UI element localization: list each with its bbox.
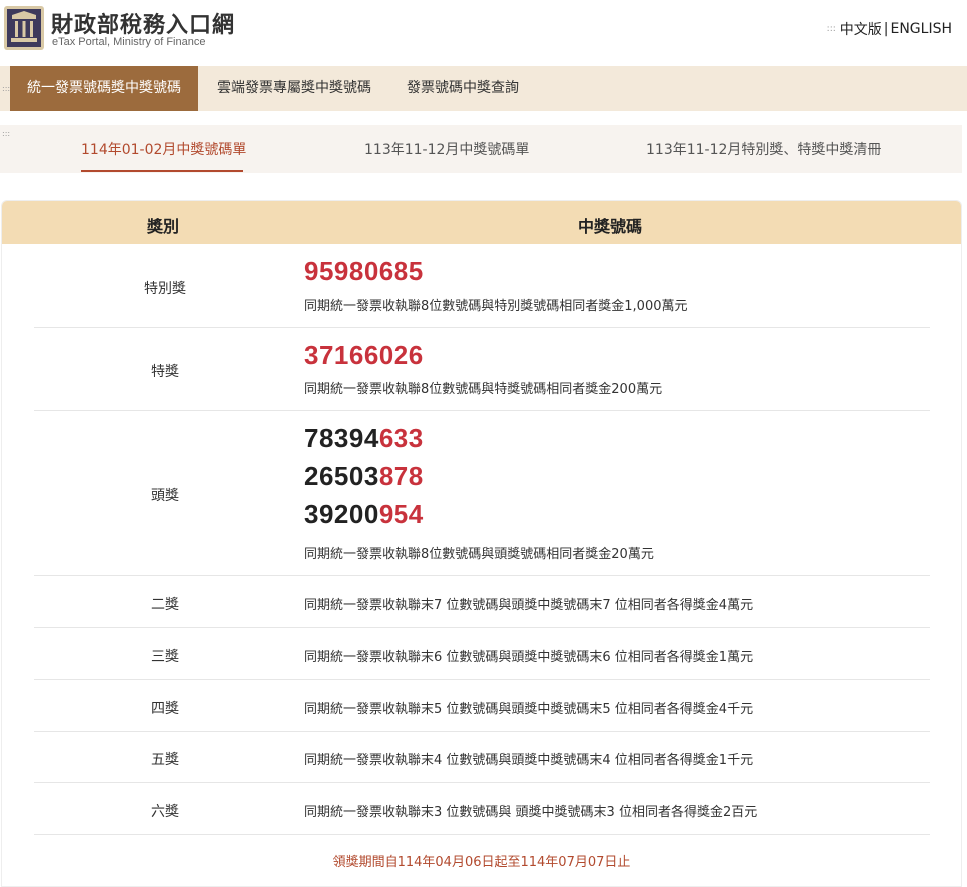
prize-name: 特別獎: [144, 281, 186, 297]
table-row: 特獎 37166026 同期統一發票收執聯8位數號碼與特獎號碼相同者獎金200萬…: [34, 328, 930, 411]
number-prefix: 78394: [304, 423, 379, 453]
prize-name: 六獎: [151, 804, 179, 820]
table-row: 頭獎 78394633 26503878 39200954 同期統一發票收執聯8…: [34, 411, 930, 576]
first-prize-number: 26503878: [304, 461, 424, 492]
table-row: 五獎 同期統一發票收執聯末4 位數號碼與頭獎中獎號碼末4 位相同者各得獎金1千元: [34, 732, 930, 783]
prize-name: 三獎: [151, 649, 179, 665]
header-prize: 獎別: [147, 217, 180, 236]
tab-period-114-01-02[interactable]: 114年01-02月中獎號碼單: [81, 139, 246, 159]
prize-name: 五獎: [151, 752, 179, 768]
table-row: 三獎 同期統一發票收執聯末6 位數號碼與頭獎中獎號碼末6 位相同者各得獎金1萬元: [34, 628, 930, 680]
number-prefix: 39200: [304, 499, 379, 529]
tab-invoice-winning-numbers[interactable]: 統一發票號碼獎中獎號碼: [10, 66, 198, 111]
tab-period-113-11-12[interactable]: 113年11-12月中獎號碼單: [364, 139, 529, 159]
prize-description: 同期統一發票收執聯8位數號碼與特獎號碼相同者獎金200萬元: [304, 382, 663, 397]
prize-description: 同期統一發票收執聯末5 位數號碼與頭獎中獎號碼末5 位相同者各得獎金4千元: [304, 702, 754, 717]
site-title[interactable]: 財政部稅務入口網: [51, 7, 235, 39]
number-suffix: 633: [378, 423, 424, 453]
lang-separator: |: [883, 21, 889, 37]
prize-description: 同期統一發票收執聯8位數號碼與特別獎號碼相同者獎金1,000萬元: [304, 299, 688, 314]
accesskey-marker: :::: [2, 129, 11, 138]
special-prize-number: 95980685: [304, 256, 424, 286]
lang-english-link[interactable]: ENGLISH: [890, 21, 952, 37]
prize-description: 同期統一發票收執聯末4 位數號碼與頭獎中獎號碼末4 位相同者各得獎金1千元: [304, 753, 754, 768]
lang-chinese-link[interactable]: 中文版: [840, 19, 882, 39]
number-suffix: 878: [378, 461, 424, 491]
grand-prize-number: 37166026: [304, 340, 424, 370]
number-prefix: 26503: [304, 461, 379, 491]
prize-description: 同期統一發票收執聯末3 位數號碼與 頭獎中獎號碼末3 位相同者各得獎金2百元: [304, 805, 758, 820]
table-row: 二獎 同期統一發票收執聯末7 位數號碼與頭獎中獎號碼末7 位相同者各得獎金4萬元: [34, 576, 930, 628]
table-row: 四獎 同期統一發票收執聯末5 位數號碼與頭獎中獎號碼末5 位相同者各得獎金4千元: [34, 680, 930, 732]
active-tab-underline: [81, 170, 243, 172]
prize-name: 二獎: [151, 597, 179, 613]
prize-description: 同期統一發票收執聯8位數號碼與頭獎號碼相同者獎金20萬元: [304, 547, 654, 562]
period-tabs: ::: 114年01-02月中獎號碼單 113年11-12月中獎號碼單 113年…: [0, 125, 962, 173]
winning-numbers-table: 獎別 中獎號碼 特別獎 95980685 同期統一發票收執聯8位數號碼與特別獎號…: [1, 200, 962, 887]
first-prize-number: 39200954: [304, 499, 424, 530]
table-row: 六獎 同期統一發票收執聯末3 位數號碼與 頭獎中獎號碼末3 位相同者各得獎金2百…: [34, 783, 930, 835]
site-subtitle: eTax Portal, Ministry of Finance: [52, 36, 206, 48]
prize-description: 同期統一發票收執聯末6 位數號碼與頭獎中獎號碼末6 位相同者各得獎金1萬元: [304, 650, 754, 665]
main-nav: ::: 統一發票號碼獎中獎號碼 雲端發票專屬獎中獎號碼 發票號碼中獎查詢: [0, 66, 967, 111]
language-switcher: ::: 中文版 | ENGLISH: [827, 19, 952, 39]
tab-invoice-lookup[interactable]: 發票號碼中獎查詢: [407, 66, 519, 111]
claim-period-note: 領獎期間自114年04月06日起至114年07月07日止: [332, 855, 631, 870]
accesskey-marker: :::: [2, 84, 11, 93]
table-header: 獎別 中獎號碼: [2, 201, 961, 244]
ministry-emblem-icon[interactable]: [4, 6, 44, 50]
tab-period-113-special-list[interactable]: 113年11-12月特別獎、特獎中獎清冊: [646, 139, 881, 159]
table-row: 特別獎 95980685 同期統一發票收執聯8位數號碼與特別獎號碼相同者獎金1,…: [34, 244, 930, 328]
tab-cloud-invoice-prize[interactable]: 雲端發票專屬獎中獎號碼: [217, 66, 371, 111]
prize-name: 特獎: [151, 364, 179, 380]
prize-description: 同期統一發票收執聯末7 位數號碼與頭獎中獎號碼末7 位相同者各得獎金4萬元: [304, 598, 754, 613]
prize-name: 四獎: [151, 701, 179, 717]
accesskey-marker: :::: [826, 24, 836, 34]
first-prize-number: 78394633: [304, 423, 424, 454]
site-header: 財政部稅務入口網 eTax Portal, Ministry of Financ…: [0, 0, 967, 66]
number-suffix: 954: [378, 499, 424, 529]
prize-name: 頭獎: [151, 488, 179, 504]
header-winning-numbers: 中獎號碼: [578, 217, 643, 236]
